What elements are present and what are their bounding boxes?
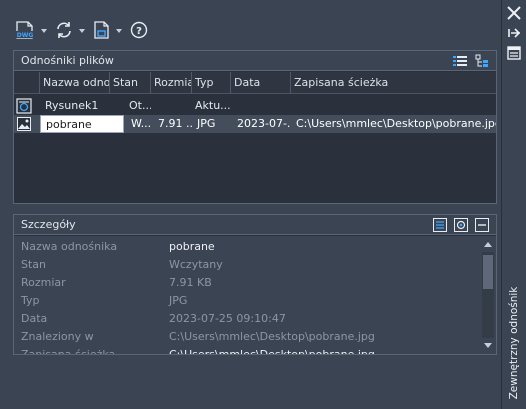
palette-title-bar[interactable]: Zewnętrzny odnośnik [502,0,526,409]
refresh-icon [57,22,71,38]
detail-row: Znaleziony w C:\Users\mmlec\Desktop\pobr… [14,328,478,346]
row-date: 2023-07-... [237,117,291,130]
help-icon: ? [130,21,148,39]
image-icon [17,117,31,131]
detail-value: 7.91 KB [169,276,212,289]
detail-row: Typ JPG [14,292,478,310]
file-references-column-headers: Nazwa odnośn Stan Rozmiar Typ Data Zapis… [14,72,496,94]
row-saved-path [293,97,493,115]
palette-title-text: Zewnętrzny odnośnik [508,286,520,399]
detail-row: Zapisana ścieżka C:\Users\mmlec\Desktop\… [14,346,478,354]
row-type: JPG [197,117,216,130]
detail-label: Stan [21,258,47,271]
scroll-down-arrow-icon[interactable] [484,343,492,348]
details-body: Nazwa odnośnika pobrane Stan Wczytany Ro… [14,236,496,354]
column-icon[interactable] [14,72,40,94]
details-view-icon[interactable] [432,217,448,233]
column-status[interactable]: Stan [110,72,151,94]
details-title: Szczegóły [21,218,76,231]
scroll-track[interactable] [482,252,494,338]
tree-view-icon[interactable] [474,53,490,69]
scroll-thumb[interactable] [483,255,493,289]
detail-label: Nazwa odnośnika [21,240,118,253]
column-size[interactable]: Rozmiar [151,72,192,94]
palette-title: Zewnętrzny odnośnik [507,285,521,400]
file-references-header: Odnośniki plików [14,51,496,71]
column-saved-path[interactable]: Zapisana ścieżka [291,72,496,94]
row-date [233,97,291,115]
detail-row: Data 2023-07-25 09:10:47 [14,310,478,328]
attach-dwg-icon: DWG [15,21,35,39]
file-references-panel: Odnośniki plików Nazwa odnośn Stan Rozmi… [13,50,497,204]
collapse-icon[interactable] [474,217,490,233]
detail-label: Znaleziony w [21,330,94,343]
row-name: Rysunek1 [45,99,99,112]
list-view-icon[interactable] [452,53,468,69]
detail-label: Data [21,312,48,325]
scroll-up-arrow-icon[interactable] [484,242,492,247]
detail-row: Stan Wczytany [14,256,478,274]
help-button[interactable]: ? [129,20,149,40]
detail-value: 2023-07-25 09:10:47 [169,312,286,325]
details-panel: Szczegóły Nazwa odnośnika pobrane Stan W… [13,214,497,355]
autohide-icon[interactable] [506,25,522,41]
column-name[interactable]: Nazwa odnośn [40,72,110,94]
detail-value: JPG [169,294,188,307]
details-scrollbar[interactable] [482,240,494,350]
change-path-button[interactable] [92,20,112,40]
toolbar: DWG ? [14,20,214,42]
attach-dropdown-caret[interactable] [41,29,47,33]
refresh-button[interactable] [54,20,74,40]
row-size: 7.91 ... [158,117,192,130]
xref-palette: DWG ? Odnośniki plików Nazwa odno Stan R… [0,0,526,409]
detail-label: Typ [21,294,40,307]
row-type: Aktu... [195,99,231,112]
row-status: W... [131,117,151,130]
table-row-selected[interactable]: pobrane W... 7.91 ... JPG 2023-07-... C:… [14,115,496,133]
column-type[interactable]: Typ [192,72,231,94]
refresh-dropdown-caret[interactable] [79,29,85,33]
details-header: Szczegóły [14,215,496,235]
palette-main: DWG ? Odnośniki plików Nazwa odno Stan R… [0,0,502,409]
row-saved-path: C:\Users\mmlec\Desktop\pobrane.jpg [296,117,496,130]
column-date[interactable]: Data [231,72,291,94]
detail-row: Rozmiar 7.91 KB [14,274,478,292]
table-row[interactable]: Rysunek1 Ot... Aktu... [14,97,496,115]
detail-value: C:\Users\mmlec\Desktop\pobrane.jpg [169,330,375,343]
change-path-dropdown-caret[interactable] [116,29,122,33]
close-icon[interactable] [506,5,522,21]
row-status: Ot... [129,99,151,112]
detail-value: Wczytany [169,258,223,271]
attach-dwg-label: DWG [17,32,34,39]
row-name-edit-field[interactable]: pobrane [40,115,124,133]
preview-icon[interactable] [453,217,469,233]
file-references-title: Odnośniki plików [21,54,114,67]
attach-dwg-button[interactable]: DWG [14,20,36,40]
detail-value: C:\Users\mmlec\Desktop\pobrane.jpg [169,346,375,354]
change-path-icon [94,21,109,39]
detail-value: pobrane [169,240,215,253]
help-glyph: ? [136,26,142,37]
detail-row: Nazwa odnośnika pobrane [14,238,478,256]
detail-label: Zapisana ścieżka [21,346,115,354]
properties-icon[interactable] [506,45,522,61]
row-size [154,97,192,115]
drawing-icon [16,98,32,114]
detail-label: Rozmiar [21,276,66,289]
